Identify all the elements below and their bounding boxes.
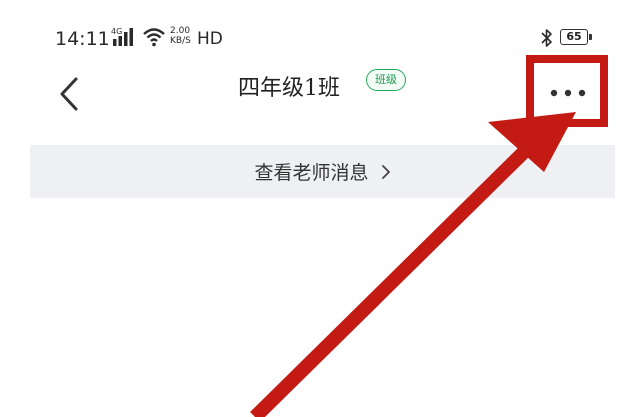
chevron-right-icon xyxy=(381,164,390,179)
network-type: 4G xyxy=(111,27,122,36)
highlight-box xyxy=(526,55,608,127)
chevron-left-icon[interactable] xyxy=(54,76,84,112)
cellular-signal-icon: 4G xyxy=(111,27,133,46)
class-badge: 班级 xyxy=(366,69,406,91)
bluetooth-icon xyxy=(541,29,552,47)
wifi-icon xyxy=(143,28,165,47)
status-time: 14:11 xyxy=(55,28,110,50)
network-speed: 2.00 KB/S xyxy=(170,26,191,46)
hd-indicator: HD xyxy=(197,29,223,49)
network-speed-value: 2.00 xyxy=(170,26,191,36)
page-title: 四年级1班 xyxy=(238,76,340,101)
network-speed-unit: KB/S xyxy=(170,36,191,46)
battery-indicator: 65 xyxy=(560,29,592,45)
teacher-message-banner[interactable]: 查看老师消息 xyxy=(30,145,615,198)
teacher-message-label: 查看老师消息 xyxy=(254,162,369,184)
